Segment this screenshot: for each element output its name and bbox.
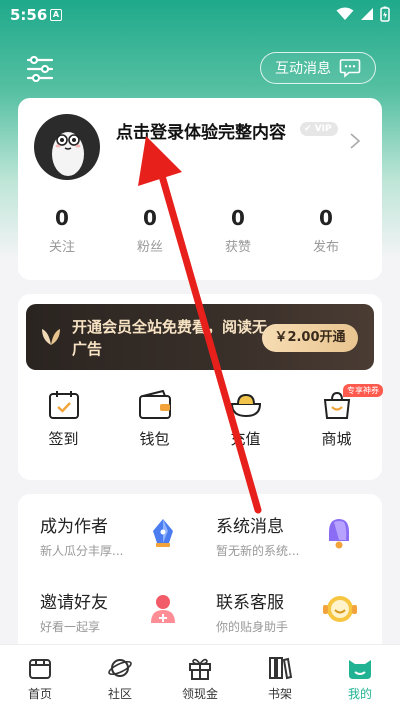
home-icon	[29, 659, 51, 679]
interactive-messages-button[interactable]: 互动消息	[260, 52, 376, 84]
tab-label: 书架	[267, 687, 292, 701]
services-card: 成为作者 新人瓜分丰厚... 系统消息 暂无新的系统... 邀请好友 好看一起享…	[18, 494, 382, 664]
add-user-icon	[151, 595, 175, 623]
bell-icon	[329, 519, 349, 549]
app-notification-icon: A	[50, 9, 62, 21]
exclusive-coupon-badge: 专享神券	[343, 384, 383, 397]
service-title: 系统消息	[216, 517, 284, 537]
interactive-messages-label: 互动消息	[275, 61, 331, 77]
stat-label: 发布	[312, 240, 339, 255]
signal-icon	[361, 8, 373, 20]
stat-likes[interactable]: 0 获赞	[194, 206, 282, 255]
battery-icon	[380, 6, 390, 22]
stat-value: 0	[55, 206, 69, 230]
stat-following[interactable]: 0 关注	[18, 206, 106, 255]
wifi-icon	[336, 7, 354, 20]
shortcut-label: 商城	[321, 430, 352, 448]
service-subtitle: 好看一起享	[40, 620, 101, 634]
service-subtitle: 你的贴身助手	[216, 620, 289, 634]
service-title: 成为作者	[40, 517, 108, 537]
chat-bubble-icon	[339, 59, 361, 78]
vip-badge: ✔ VIP	[300, 122, 338, 136]
system-icons	[336, 6, 390, 22]
stat-posts[interactable]: 0 发布	[282, 206, 370, 255]
stat-value: 0	[319, 206, 333, 230]
stat-label: 获赞	[224, 240, 251, 255]
vip-badge-label: VIP	[314, 124, 332, 134]
service-system-messages[interactable]: 系统消息 暂无新的系统...	[194, 494, 376, 564]
tab-home[interactable]: 首页	[0, 645, 80, 712]
tab-label: 我的	[347, 687, 372, 701]
shortcut-sign-in[interactable]: 签到	[18, 390, 109, 449]
service-title: 邀请好友	[40, 593, 108, 613]
login-prompt[interactable]: 点击登录体验完整内容	[116, 118, 286, 143]
shortcut-row: 签到 钱包 充值 商城 专享神券	[18, 384, 383, 449]
bottom-tab-bar: 首页 社区 领现金 书架 我的	[0, 644, 400, 712]
pen-nib-icon	[153, 519, 173, 547]
stat-label: 粉丝	[136, 240, 163, 255]
service-become-author[interactable]: 成为作者 新人瓜分丰厚...	[18, 494, 200, 564]
shortcut-label: 钱包	[139, 430, 170, 448]
shortcut-label: 签到	[48, 430, 79, 448]
stat-value: 0	[231, 206, 245, 230]
vip-promo-text: 开通会员全站免费看，阅读无广告	[72, 318, 268, 358]
tab-label: 社区	[107, 687, 132, 701]
vip-open-button[interactable]: ￥2.00开通	[262, 324, 358, 352]
service-subtitle: 新人瓜分丰厚...	[40, 544, 124, 558]
tab-earn-cash[interactable]: 领现金	[160, 645, 240, 712]
service-title: 联系客服	[216, 593, 284, 613]
shortcut-recharge[interactable]: 充值	[200, 390, 291, 449]
stat-value: 0	[143, 206, 157, 230]
mine-cat-icon	[349, 660, 371, 679]
shortcut-shop[interactable]: 商城 专享神券	[291, 384, 383, 449]
shortcut-wallet[interactable]: 钱包	[109, 390, 200, 449]
tab-label: 首页	[27, 687, 52, 701]
avatar[interactable]	[34, 114, 100, 180]
check-icon: ✔	[304, 124, 312, 134]
headset-smiley-icon	[323, 596, 357, 622]
stat-label: 关注	[48, 240, 75, 255]
status-time: 5:56	[10, 6, 48, 24]
default-avatar-icon	[52, 132, 84, 176]
service-invite-friends[interactable]: 邀请好友 好看一起享	[18, 570, 200, 640]
status-bar: 5:56 A	[0, 0, 400, 30]
calendar-check-icon	[48, 391, 79, 419]
profile-card: 点击登录体验完整内容 ✔ VIP 0 关注 0 粉丝 0 获赞 0 发布	[18, 98, 382, 280]
planet-icon	[108, 659, 132, 677]
gold-ingot-icon	[230, 393, 261, 418]
vip-promo-banner[interactable]: 开通会员全站免费看，阅读无广告 ￥2.00开通	[26, 304, 374, 370]
settings-sliders-icon[interactable]	[26, 56, 54, 82]
profile-stats: 0 关注 0 粉丝 0 获赞 0 发布	[18, 206, 382, 255]
bookshelf-icon	[269, 657, 293, 680]
service-subtitle: 暂无新的系统...	[216, 544, 300, 558]
wallet-icon	[138, 390, 171, 419]
gift-icon	[189, 658, 211, 680]
tab-mine[interactable]: 我的	[320, 645, 400, 712]
tab-label: 领现金	[181, 687, 218, 701]
vip-shortcuts-card: 开通会员全站免费看，阅读无广告 ￥2.00开通 签到 钱包 充值 商城 专享神券	[18, 294, 383, 480]
stat-followers[interactable]: 0 粉丝	[106, 206, 194, 255]
tab-bookshelf[interactable]: 书架	[240, 645, 320, 712]
chevron-right-icon[interactable]	[348, 132, 362, 150]
vip-leaf-icon	[42, 329, 60, 345]
shortcut-label: 充值	[230, 430, 261, 448]
service-customer-support[interactable]: 联系客服 你的贴身助手	[194, 570, 376, 640]
tab-community[interactable]: 社区	[80, 645, 160, 712]
